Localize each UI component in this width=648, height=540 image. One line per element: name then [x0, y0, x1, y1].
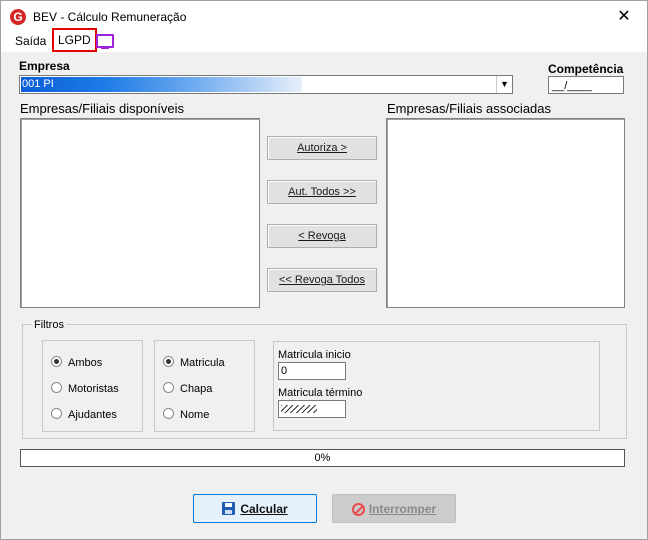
radio-indicator [51, 408, 62, 419]
competencia-input[interactable]: __/____ [548, 76, 624, 94]
radio-selected-indicator [51, 356, 62, 367]
title-bar: G BEV - Cálculo Remuneração ✕ [1, 1, 647, 32]
window: G BEV - Cálculo Remuneração ✕ Saída LGPD… [0, 0, 648, 540]
empresa-selected-value: 001 PI [21, 77, 302, 92]
close-button[interactable]: ✕ [601, 1, 647, 32]
empresa-select[interactable]: 001 PI ▼ [19, 75, 513, 94]
radio-motoristas[interactable]: Motoristas [51, 382, 119, 395]
chevron-down-icon[interactable]: ▼ [496, 76, 512, 93]
radio-indicator [51, 382, 62, 393]
radio-motoristas-label: Motoristas [68, 383, 119, 395]
calcular-button-label: Calcular [240, 502, 288, 516]
matricula-inicio-input[interactable]: 0 [278, 362, 346, 380]
revoga-todos-button[interactable]: << Revoga Todos [267, 268, 377, 292]
radio-ajudantes[interactable]: Ajudantes [51, 408, 117, 421]
associated-list-label: Empresas/Filiais associadas [387, 101, 552, 116]
matricula-inicio-label: Matricula inicio [278, 349, 351, 361]
aut-todos-button[interactable]: Aut. Todos >> [267, 180, 377, 204]
menu-saida[interactable]: Saída [15, 34, 46, 48]
radio-indicator [163, 382, 174, 393]
monitor-icon[interactable] [96, 34, 114, 49]
empresa-label: Empresa [19, 59, 70, 73]
radio-matricula[interactable]: Matricula [163, 356, 225, 369]
filtros-label: Filtros [32, 319, 66, 331]
app-logo-icon: G [10, 9, 26, 25]
radio-chapa[interactable]: Chapa [163, 382, 212, 395]
radio-ambos[interactable]: Ambos [51, 356, 102, 369]
menu-bar: Saída LGPD [1, 28, 647, 52]
radio-indicator [163, 408, 174, 419]
menu-lgpd[interactable]: LGPD [52, 28, 97, 52]
radio-matricula-label: Matricula [180, 357, 225, 369]
revoga-button[interactable]: < Revoga [267, 224, 377, 248]
associated-list[interactable] [386, 118, 625, 308]
calcular-button[interactable]: Calcular [193, 494, 317, 523]
radio-nome[interactable]: Nome [163, 408, 209, 421]
interromper-button-label: Interromper [368, 502, 437, 516]
radio-chapa-label: Chapa [180, 383, 213, 395]
matricula-termino-input[interactable] [278, 400, 346, 418]
radio-nome-label: Nome [180, 409, 210, 421]
progress-bar: 0% [20, 449, 625, 467]
autoriza-button[interactable]: Autoriza > [267, 136, 377, 160]
save-icon [222, 502, 236, 515]
close-icon: ✕ [617, 8, 631, 25]
available-list[interactable] [20, 118, 260, 308]
available-list-label: Empresas/Filiais disponíveis [20, 101, 185, 116]
stop-icon [351, 503, 365, 516]
radio-ambos-label: Ambos [68, 357, 103, 369]
window-title: BEV - Cálculo Remuneração [33, 10, 187, 24]
radio-ajudantes-label: Ajudantes [68, 409, 117, 421]
competencia-label: Competência [548, 62, 624, 76]
radio-selected-indicator [163, 356, 174, 367]
matricula-termino-label: Matricula término [278, 387, 363, 399]
interromper-button[interactable]: Interromper [332, 494, 456, 523]
